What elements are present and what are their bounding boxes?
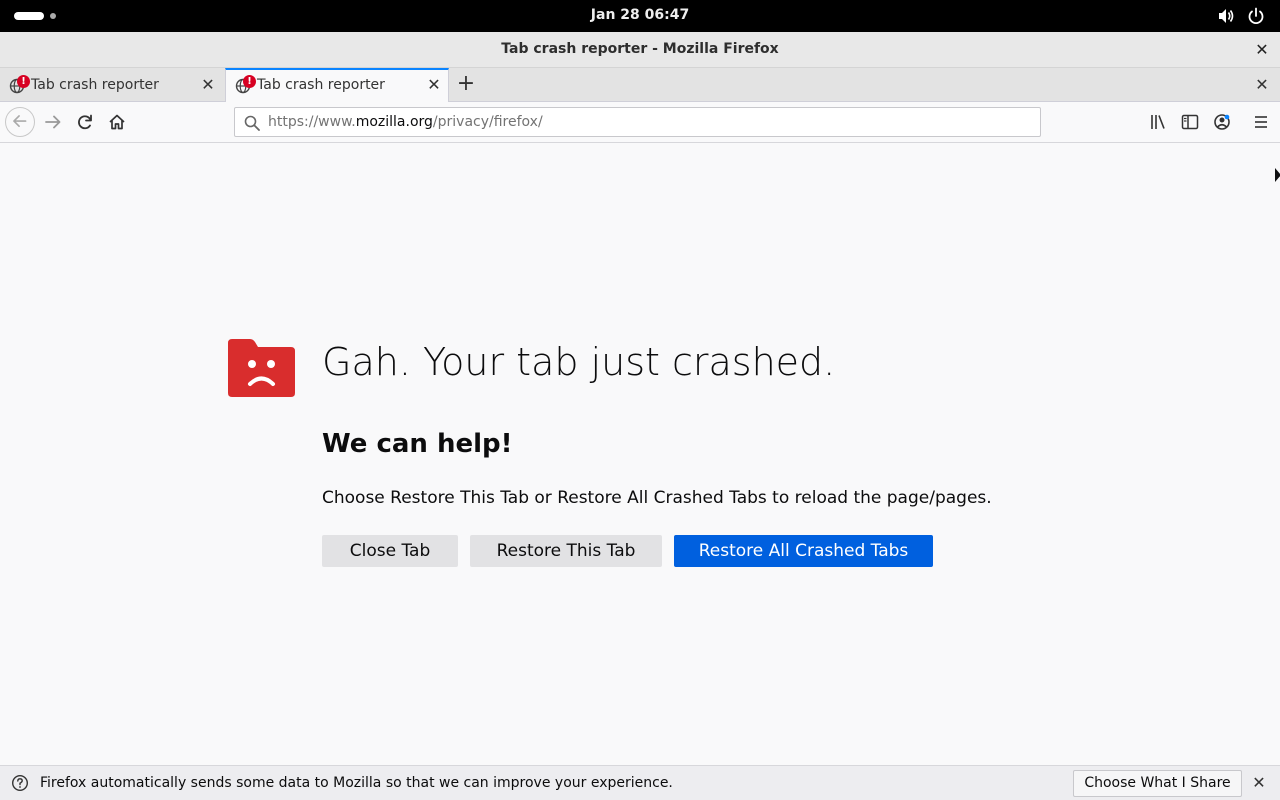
home-icon	[109, 114, 125, 130]
new-tab-button[interactable]: +	[454, 73, 478, 97]
crash-page: Gah. Your tab just crashed. We can help!…	[0, 143, 1280, 765]
reload-button[interactable]	[70, 107, 100, 137]
close-tabs-button[interactable]: ✕	[1252, 75, 1272, 95]
url-text[interactable]: https://www.mozilla.org/privacy/firefox/	[268, 114, 543, 130]
notification-close-button[interactable]: ✕	[1249, 773, 1269, 793]
library-icon[interactable]	[1148, 112, 1168, 132]
reload-icon	[78, 114, 92, 130]
sad-tab-icon	[228, 339, 295, 397]
crash-title: Gah. Your tab just crashed.	[322, 340, 836, 384]
restore-all-crashed-tabs-button[interactable]: Restore All Crashed Tabs	[674, 535, 933, 567]
account-icon[interactable]	[1212, 112, 1232, 132]
forward-button[interactable]	[38, 107, 68, 137]
power-icon[interactable]	[1246, 6, 1266, 26]
arrow-left-icon	[13, 115, 27, 128]
volume-icon[interactable]	[1216, 6, 1236, 26]
help-heading: We can help!	[322, 429, 513, 459]
restore-this-tab-button[interactable]: Restore This Tab	[470, 535, 662, 567]
window-title-bar: Tab crash reporter - Mozilla Firefox ✕	[0, 32, 1280, 68]
tab-crash-reporter-2[interactable]: ! Tab crash reporter ✕	[225, 68, 449, 103]
arrow-right-icon	[45, 115, 61, 129]
screen: Jan 28 06:47 Tab crash reporter - Mozill…	[0, 0, 1280, 800]
mouse-cursor-icon	[1275, 168, 1280, 182]
window-title: Tab crash reporter - Mozilla Firefox	[501, 41, 779, 57]
sidebar-icon[interactable]	[1180, 112, 1200, 132]
help-circle-icon	[11, 774, 29, 792]
tab-label: Tab crash reporter	[31, 77, 159, 93]
tab-close-button[interactable]: ✕	[424, 75, 444, 95]
tab-close-button[interactable]: ✕	[198, 75, 218, 95]
help-text: Choose Restore This Tab or Restore All C…	[322, 488, 992, 508]
system-clock[interactable]: Jan 28 06:47	[0, 7, 1280, 23]
hamburger-menu-icon[interactable]	[1251, 112, 1271, 132]
crash-badge-icon: !	[243, 75, 256, 88]
url-bar[interactable]: https://www.mozilla.org/privacy/firefox/	[234, 107, 1041, 137]
system-top-bar: Jan 28 06:47	[0, 0, 1280, 32]
navigation-toolbar: https://www.mozilla.org/privacy/firefox/	[0, 102, 1280, 143]
window-close-button[interactable]: ✕	[1252, 40, 1272, 60]
tab-crash-reporter-1[interactable]: ! Tab crash reporter ✕	[0, 68, 224, 102]
choose-what-i-share-button[interactable]: Choose What I Share	[1073, 770, 1242, 797]
crash-badge-icon: !	[17, 75, 30, 88]
data-reporting-notification: Firefox automatically sends some data to…	[0, 765, 1280, 800]
home-button[interactable]	[102, 107, 132, 137]
search-icon	[244, 115, 260, 131]
tab-label: Tab crash reporter	[257, 77, 385, 93]
url-host: mozilla.org	[355, 114, 433, 130]
back-button[interactable]	[5, 107, 35, 137]
tab-strip: ! Tab crash reporter ✕ ! Tab crash repor…	[0, 68, 1280, 103]
close-tab-button[interactable]: Close Tab	[322, 535, 458, 567]
url-path: /privacy/firefox/	[432, 114, 543, 130]
notification-text: Firefox automatically sends some data to…	[40, 775, 673, 791]
url-prefix: https://www.	[268, 114, 356, 130]
